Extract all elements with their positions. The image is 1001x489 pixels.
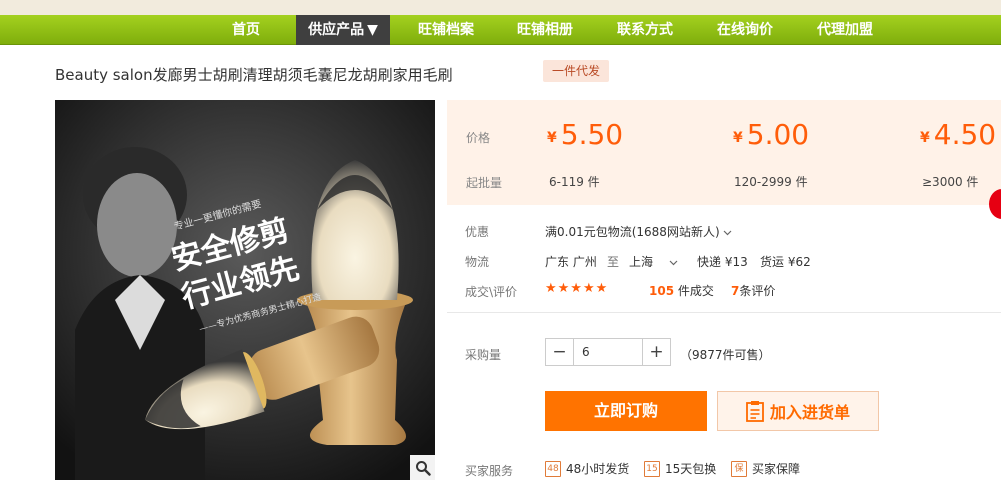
shaving-brush-photo: 专业一更懂你的需要 安全修剪 行业领先 ——专为优秀商务男士精心打造 [55, 100, 435, 480]
qty-range-3: ≥3000 件 [922, 175, 979, 189]
price-tier-1: ¥5.50 [547, 118, 623, 151]
qty-range-1: 6-119 件 [549, 175, 600, 189]
nav-inquiry[interactable]: 在线询价 [703, 15, 787, 45]
nav-shop-profile-label: 旺铺档案 [418, 22, 474, 38]
currency-symbol: ¥ [733, 130, 743, 146]
price-panel: 价格 起批量 ¥5.50 ¥5.00 ¥4.50 6-119 件 120-299… [447, 100, 1001, 205]
to-word: 至 [607, 255, 620, 269]
discount-text: 满0.01元包物流(1688网站新人) [545, 225, 720, 239]
discount-offer[interactable]: 满0.01元包物流(1688网站新人) [545, 223, 732, 240]
dropship-tag[interactable]: 一件代发 [543, 60, 610, 82]
increase-button[interactable]: + [643, 339, 670, 365]
clipboard-icon [746, 401, 764, 422]
product-title: Beauty salon发廊男士胡刷清理胡须毛囊尼龙胡刷家用毛刷 [55, 66, 453, 84]
deals-count[interactable]: 105 件成交 [649, 282, 714, 299]
shield-icon: 保 [731, 460, 747, 477]
top-strip [0, 0, 1001, 15]
quantity-label: 采购量 [465, 348, 502, 362]
buyer-services-label: 买家服务 [465, 464, 514, 478]
exchange-15day-icon: 15 [644, 460, 660, 477]
deals-reviews-label: 成交\评价 [465, 285, 518, 299]
destination-select[interactable]: 上海 [629, 253, 678, 270]
quantity-stepper: − + [545, 338, 671, 366]
price-tier-3: ¥4.50 [920, 118, 996, 151]
divider [447, 312, 1001, 313]
decrease-button[interactable]: − [546, 339, 573, 365]
service-text: 15天包换 [665, 462, 717, 476]
nav-franchise[interactable]: 代理加盟 [803, 15, 887, 45]
service-text: 48小时发货 [566, 462, 630, 476]
nav-franchise-label: 代理加盟 [817, 22, 873, 38]
nav-inquiry-label: 在线询价 [717, 22, 773, 38]
stock-available: （9877件可售） [680, 348, 771, 362]
reviews-count[interactable]: 7条评价 [731, 282, 775, 299]
chevron-down-icon [724, 230, 732, 236]
price-value: 5.50 [560, 118, 624, 151]
rating-stars: ★★★★★ [545, 281, 609, 296]
origin-city: 广东 广州 [545, 255, 597, 269]
product-main-image[interactable]: 专业一更懂你的需要 安全修剪 行业领先 ——专为优秀商务男士精心打造 [55, 100, 435, 480]
nav-home-label: 首页 [232, 22, 260, 38]
nav-products-label: 供应产品 [308, 22, 365, 38]
nav-shop-album[interactable]: 旺铺相册 [503, 15, 587, 45]
qty-range-2: 120-2999 件 [734, 175, 808, 189]
currency-symbol: ¥ [547, 130, 557, 146]
service-48h-shipping[interactable]: 48 48小时发货 [545, 460, 629, 477]
quantity-input[interactable] [573, 339, 643, 365]
shipping-48h-icon: 48 [545, 460, 561, 477]
logistics-label: 物流 [465, 255, 490, 269]
service-15day-exchange[interactable]: 15 15天包换 [644, 460, 716, 477]
price-value: 4.50 [933, 118, 997, 151]
service-buyer-protection[interactable]: 保买家保障 [731, 460, 800, 477]
nav-home[interactable]: 首页 [212, 15, 280, 45]
chevron-down-icon [669, 260, 678, 266]
shop-nav-bar: 首页 供应产品 ▼ 旺铺档案 旺铺相册 联系方式 在线询价 代理加盟 [0, 15, 1001, 45]
nav-shop-album-label: 旺铺相册 [517, 22, 573, 38]
nav-contact[interactable]: 联系方式 [603, 15, 687, 45]
freight-fee: 货运 ¥62 [760, 255, 811, 269]
zoom-button[interactable] [410, 455, 435, 480]
express-fee: 快递 ¥13 [697, 255, 748, 269]
nav-shop-profile[interactable]: 旺铺档案 [404, 15, 488, 45]
add-to-cart-label: 加入进货单 [769, 403, 850, 422]
chevron-down-icon: ▼ [367, 22, 378, 38]
deals-number: 105 [649, 284, 675, 298]
nav-products[interactable]: 供应产品 ▼ [296, 15, 390, 45]
nav-contact-label: 联系方式 [617, 22, 673, 38]
min-qty-label: 起批量 [466, 176, 503, 190]
add-to-cart-button[interactable]: 加入进货单 [717, 391, 879, 431]
currency-symbol: ¥ [920, 130, 930, 146]
price-label: 价格 [466, 131, 491, 145]
magnifier-icon [415, 460, 431, 476]
price-tier-2: ¥5.00 [733, 118, 809, 151]
discount-label: 优惠 [465, 225, 490, 239]
service-text: 买家保障 [752, 462, 801, 476]
reviews-unit: 条评价 [739, 284, 776, 298]
destination-city: 上海 [629, 255, 654, 269]
deals-unit: 件成交 [677, 284, 714, 298]
price-value: 5.00 [746, 118, 810, 151]
buy-now-button[interactable]: 立即订购 [545, 391, 707, 431]
